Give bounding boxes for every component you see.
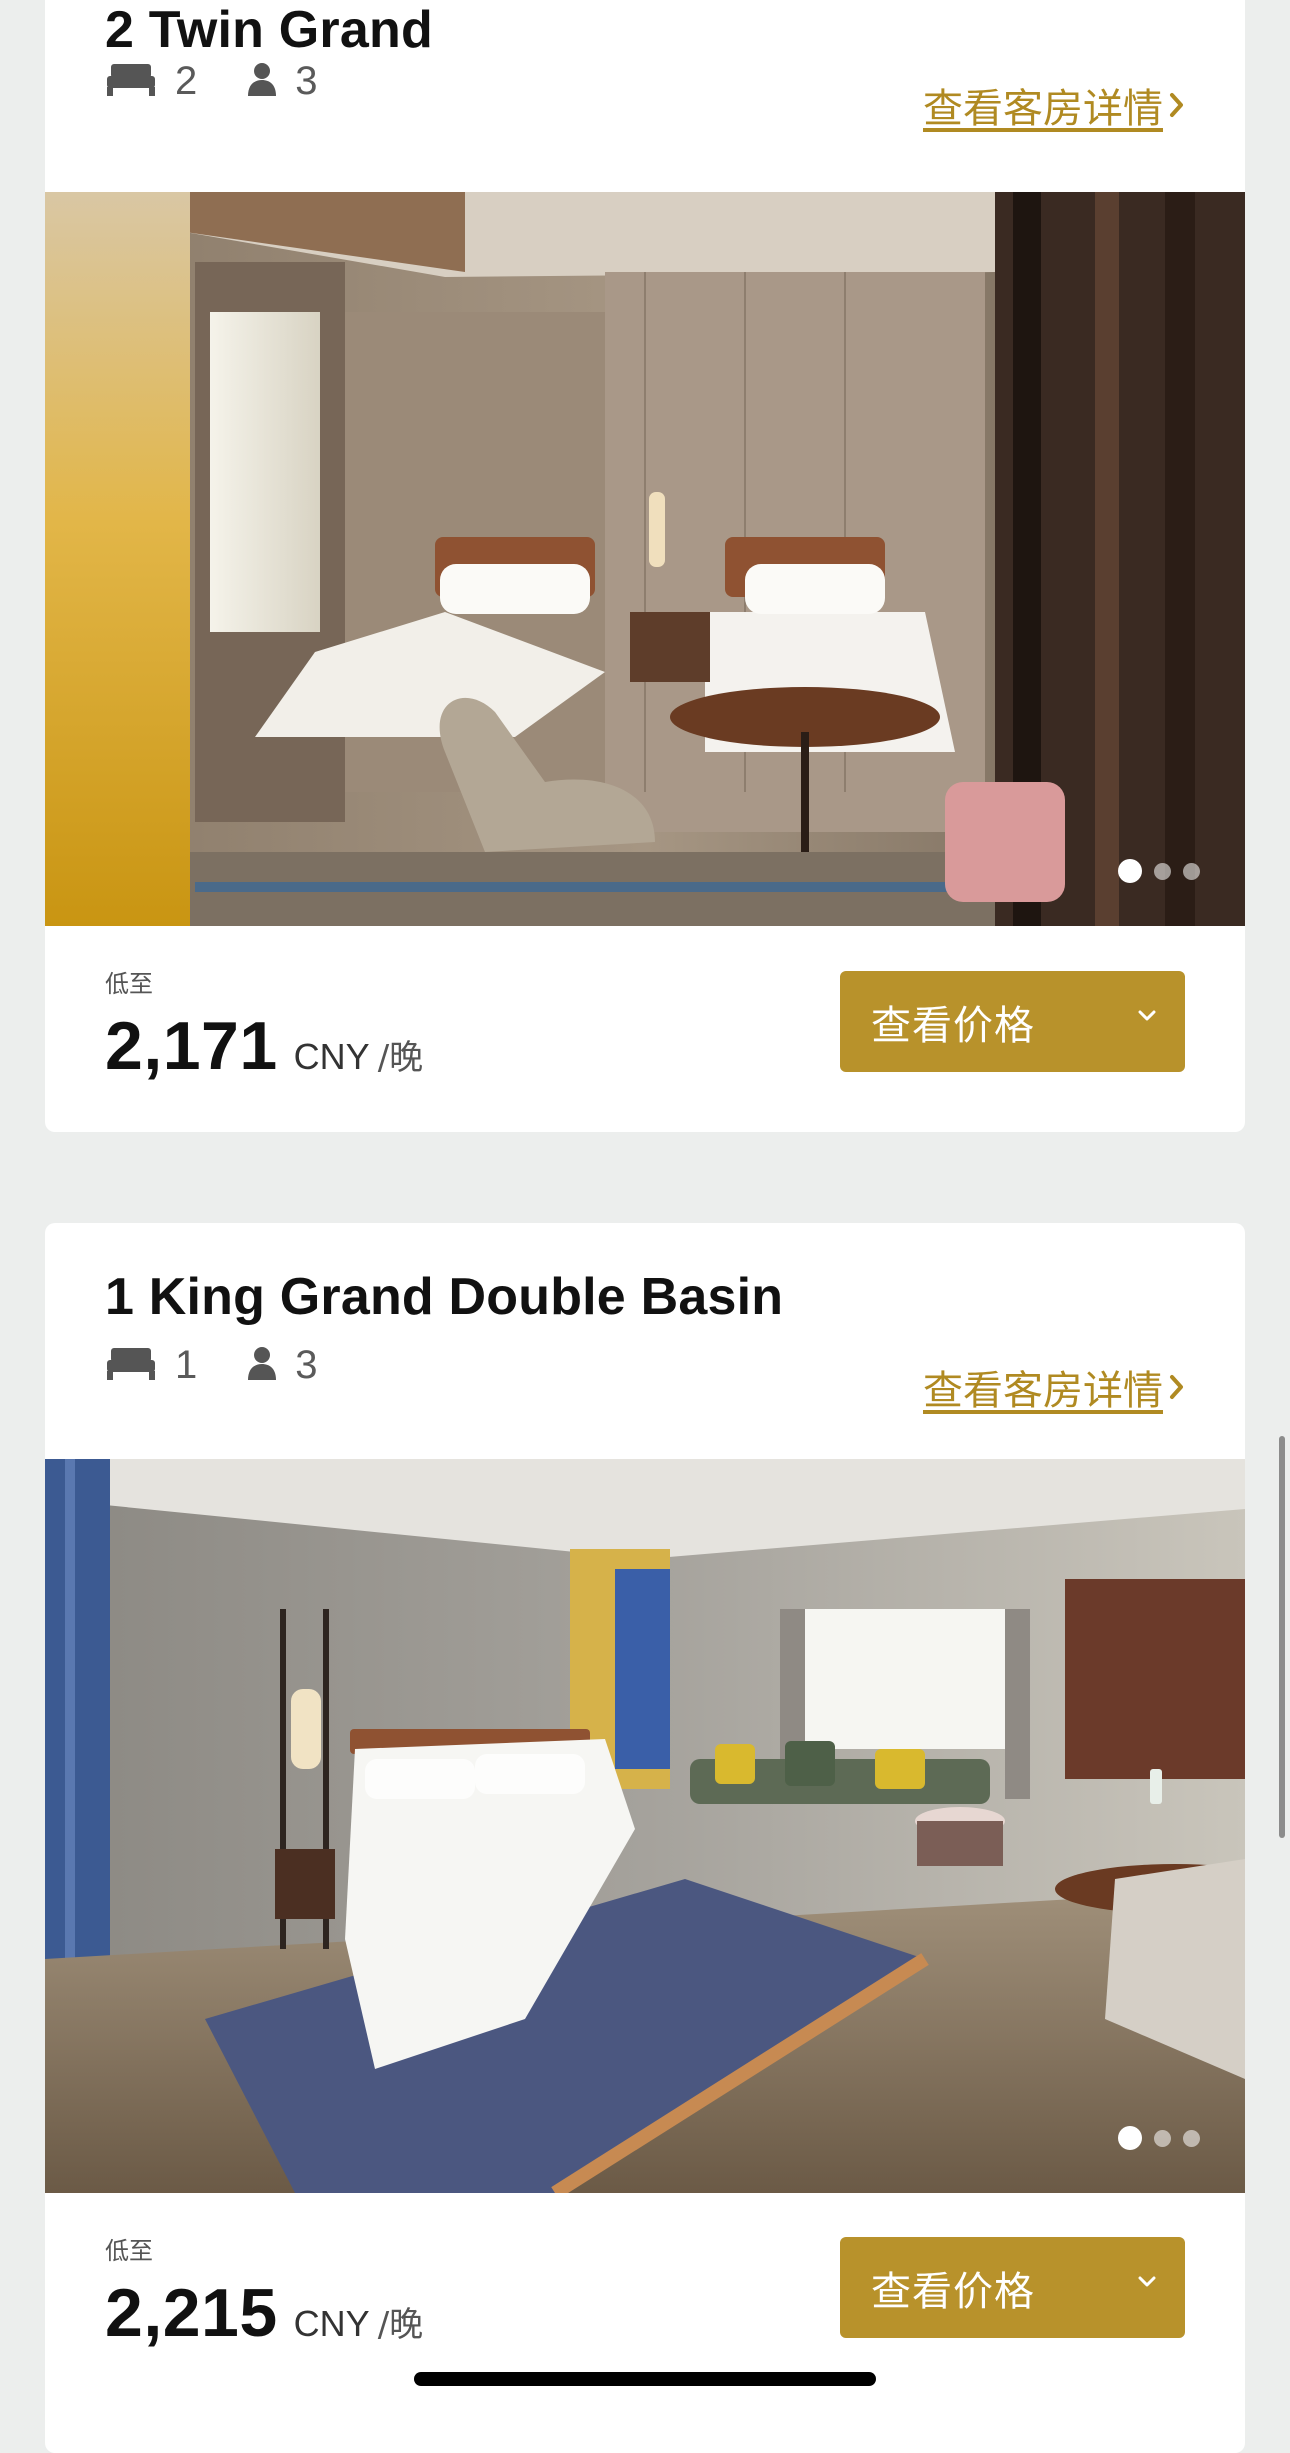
carousel-dot[interactable] (1183, 862, 1200, 880)
chevron-down-icon (1137, 1009, 1157, 1028)
price-currency: CNY (293, 1036, 370, 1077)
room-card: 2 Twin Grand 2 3 查看客房详情 低至 2,171 CNY /晚 … (45, 0, 1245, 1132)
chevron-right-icon (1169, 82, 1185, 128)
king-room-photo (45, 1459, 1245, 2193)
price-amount: 2,215 (105, 2275, 278, 2351)
bed-count-value: 1 (175, 1342, 198, 1387)
price-block: 低至 2,171 CNY /晚 (105, 964, 423, 1085)
bed-count-value: 2 (175, 58, 198, 103)
room-details-link[interactable]: 查看客房详情 (923, 1358, 1185, 1416)
chevron-right-icon (1169, 1364, 1185, 1410)
carousel-dot[interactable] (1118, 859, 1142, 883)
bed-icon (105, 62, 157, 101)
room-title: 1 King Grand Double Basin (105, 1268, 784, 1326)
room-photo-carousel[interactable] (45, 192, 1245, 926)
price-amount: 2,171 (105, 1008, 278, 1084)
home-indicator[interactable] (414, 2372, 876, 2386)
carousel-dots[interactable] (1106, 2126, 1200, 2150)
price-unit: /晚 (377, 1038, 424, 1078)
carousel-dots[interactable] (1106, 859, 1200, 883)
price-unit: /晚 (377, 2305, 424, 2345)
bed-icon (105, 1346, 157, 1385)
price-from-label: 低至 (105, 970, 153, 998)
carousel-dot[interactable] (1183, 2129, 1200, 2147)
price-from-label: 低至 (105, 2237, 153, 2265)
room-specs: 2 3 (105, 56, 368, 106)
bed-count: 2 (105, 59, 197, 104)
view-price-label: 查看价格 (871, 1002, 1035, 1049)
carousel-dot[interactable] (1154, 2129, 1171, 2147)
bed-count: 1 (105, 1343, 197, 1388)
person-icon (247, 1346, 277, 1385)
room-photo-carousel[interactable] (45, 1459, 1245, 2193)
guest-count: 3 (247, 1342, 318, 1388)
room-details-label: 查看客房详情 (923, 86, 1163, 132)
room-details-link[interactable]: 查看客房详情 (923, 76, 1185, 134)
chevron-down-icon (1137, 2275, 1157, 2294)
guest-count-value: 3 (295, 1342, 318, 1387)
room-title: 2 Twin Grand (105, 1, 433, 59)
room-card: 1 King Grand Double Basin 1 3 查看客房详情 低至 … (45, 1223, 1245, 2453)
view-price-button[interactable]: 查看价格 (840, 2237, 1185, 2338)
view-price-label: 查看价格 (871, 2268, 1035, 2315)
price-block: 低至 2,215 CNY /晚 (105, 2231, 423, 2352)
scrollbar[interactable] (1279, 1436, 1285, 1838)
room-details-label: 查看客房详情 (923, 1368, 1163, 1414)
guest-count-value: 3 (295, 58, 318, 103)
person-icon (247, 62, 277, 101)
carousel-dot[interactable] (1154, 862, 1171, 880)
room-specs: 1 3 (105, 1340, 368, 1390)
twin-room-photo (45, 192, 1245, 926)
carousel-dot[interactable] (1118, 2126, 1142, 2150)
price-currency: CNY (293, 2303, 370, 2344)
view-price-button[interactable]: 查看价格 (840, 971, 1185, 1072)
guest-count: 3 (247, 58, 318, 104)
